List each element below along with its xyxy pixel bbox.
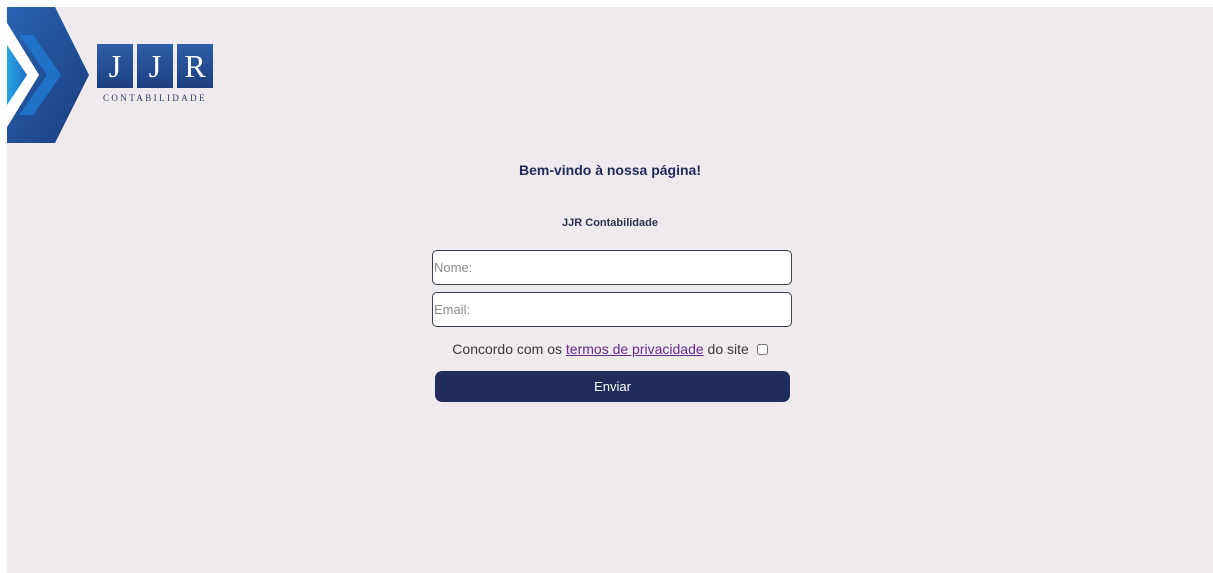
company-name: JJR Contabilidade — [562, 217, 658, 229]
logo-letter-r: R — [177, 44, 213, 88]
logo-letter-j2: J — [137, 44, 173, 88]
name-input[interactable] — [432, 250, 792, 285]
submit-button[interactable]: Enviar — [435, 371, 790, 402]
logo-subtitle: CONTABILIDADE — [103, 93, 207, 103]
chevron-logo-icon — [7, 7, 89, 143]
consent-text-before: Concordo com os — [452, 341, 566, 357]
privacy-consent-checkbox[interactable] — [756, 344, 768, 355]
welcome-heading: Bem-vindo à nossa página! — [518, 162, 702, 178]
privacy-terms-link[interactable]: termos de privacidade — [566, 341, 704, 357]
page-container: J J R CONTABILIDADE Bem-vindo à nossa pá… — [7, 7, 1213, 573]
privacy-consent: Concordo com os termos de privacidade do… — [7, 341, 1213, 357]
consent-text-after: do site — [703, 341, 749, 357]
email-input[interactable] — [432, 292, 792, 327]
logo: J J R CONTABILIDADE — [7, 7, 237, 143]
logo-letters: J J R — [97, 44, 213, 88]
logo-letter-j1: J — [97, 44, 133, 88]
